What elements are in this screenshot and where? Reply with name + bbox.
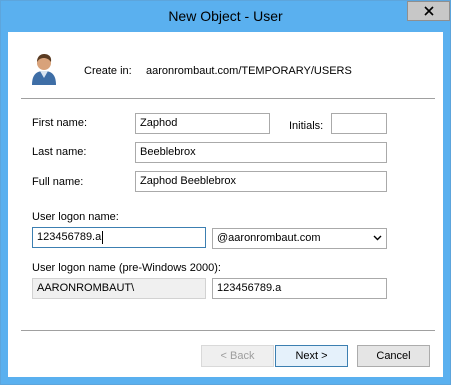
user-icon — [32, 54, 56, 85]
first-name-label: First name: — [32, 117, 88, 129]
last-name-field[interactable]: Beeblebrox — [135, 142, 387, 163]
upn-suffix-select[interactable]: @aaronrombaut.com — [212, 228, 387, 249]
last-name-label: Last name: — [32, 146, 87, 158]
window-title: New Object - User — [168, 8, 283, 24]
footer-divider — [21, 330, 435, 331]
dialog-body: Create in: aaronrombaut.com/TEMPORARY/US… — [8, 32, 443, 377]
logon-name-value: 123456789.a — [37, 231, 102, 243]
pre2000-logon-field[interactable]: 123456789.a — [212, 278, 387, 299]
title-bar[interactable]: New Object - User — [1, 1, 450, 32]
create-in-path: aaronrombaut.com/TEMPORARY/USERS — [146, 65, 352, 77]
text-caret — [102, 230, 104, 244]
upn-suffix-value: @aaronrombaut.com — [217, 232, 321, 244]
header-divider — [21, 98, 435, 99]
cancel-button[interactable]: Cancel — [357, 345, 430, 367]
back-button[interactable]: < Back — [201, 345, 274, 367]
create-in-label: Create in: — [84, 65, 132, 77]
initials-label: Initials: — [289, 120, 324, 132]
close-button[interactable] — [407, 1, 450, 21]
logon-name-field[interactable]: 123456789.a — [32, 227, 206, 248]
pre2000-label: User logon name (pre-Windows 2000): — [32, 262, 221, 274]
full-name-field[interactable]: Zaphod Beeblebrox — [135, 171, 387, 192]
close-icon — [423, 6, 434, 16]
first-name-field[interactable]: Zaphod — [135, 113, 270, 134]
pre2000-domain-field: AARONROMBAUT\ — [32, 278, 206, 299]
full-name-label: Full name: — [32, 176, 84, 188]
new-object-user-dialog: New Object - User Create in: aaronrombau… — [0, 0, 451, 385]
initials-field[interactable] — [331, 113, 387, 134]
next-button[interactable]: Next > — [275, 345, 348, 367]
logon-name-label: User logon name: — [32, 211, 119, 223]
chevron-down-icon — [373, 235, 382, 241]
